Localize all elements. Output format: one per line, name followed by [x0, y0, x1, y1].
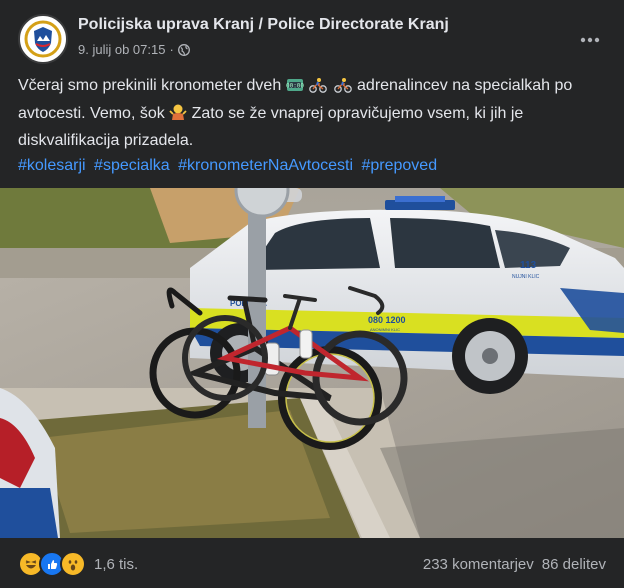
post-photo[interactable]: 113 NUJNI KLIC 080 1200 ANONIMNI KLIC PO…	[0, 188, 624, 538]
post-text: Včeraj smo prekinili kronometer dveh 00:…	[18, 74, 608, 178]
post-card: Policijska uprava Kranj / Police Directo…	[0, 0, 624, 588]
police-car-small-label: NUJNI KLIC	[512, 274, 540, 280]
more-options-button[interactable]	[572, 22, 608, 58]
police-car-phone: 080 1200	[368, 315, 406, 325]
police-car-number: 113	[520, 260, 537, 271]
comments-count[interactable]: 233 komentarjev	[423, 556, 534, 573]
hashtag-list: #kolesarji #specialka #kronometerNaAvtoc…	[18, 154, 608, 179]
stopwatch-emoji-icon: 00:00	[286, 77, 304, 102]
globe-icon[interactable]	[177, 43, 190, 56]
hashtag-link[interactable]: #kolesarji	[18, 157, 86, 174]
cyclist-emoji-icon-2	[333, 77, 353, 102]
reaction-summary[interactable]	[18, 551, 86, 577]
more-options-icon	[580, 37, 600, 43]
shrug-emoji-icon	[169, 103, 187, 130]
police-car-and-bikes-illustration: 113 NUJNI KLIC 080 1200 ANONIMNI KLIC PO…	[0, 188, 624, 538]
avatar[interactable]	[18, 14, 68, 64]
page-name[interactable]: Policijska uprava Kranj / Police Directo…	[78, 16, 449, 34]
hashtag-link[interactable]: #specialka	[94, 157, 170, 174]
post-timestamp[interactable]: 9. julij ob 07:15	[78, 42, 165, 57]
wow-reaction-icon	[60, 551, 86, 577]
cyclist-emoji-icon	[308, 77, 328, 102]
shares-count[interactable]: 86 delitev	[542, 556, 606, 573]
post-header: Policijska uprava Kranj / Police Directo…	[18, 14, 608, 66]
post-text-part-1: Včeraj smo prekinili kronometer dveh	[18, 77, 286, 94]
meta-separator: ·	[169, 42, 174, 57]
hashtag-link[interactable]: #kronometerNaAvtocesti	[178, 157, 353, 174]
reaction-count[interactable]: 1,6 tis.	[94, 556, 138, 573]
police-car-phone-sub: ANONIMNI KLIC	[370, 327, 400, 332]
svg-text:00:00: 00:00	[286, 83, 304, 90]
engagement-counts: 233 komentarjev 86 delitev	[423, 556, 606, 573]
post-meta: 9. julij ob 07:15 ·	[78, 42, 190, 57]
hashtag-link[interactable]: #prepoved	[361, 157, 437, 174]
post-footer: 1,6 tis. 233 komentarjev 86 delitev	[18, 548, 606, 580]
police-badge-icon	[24, 20, 62, 58]
